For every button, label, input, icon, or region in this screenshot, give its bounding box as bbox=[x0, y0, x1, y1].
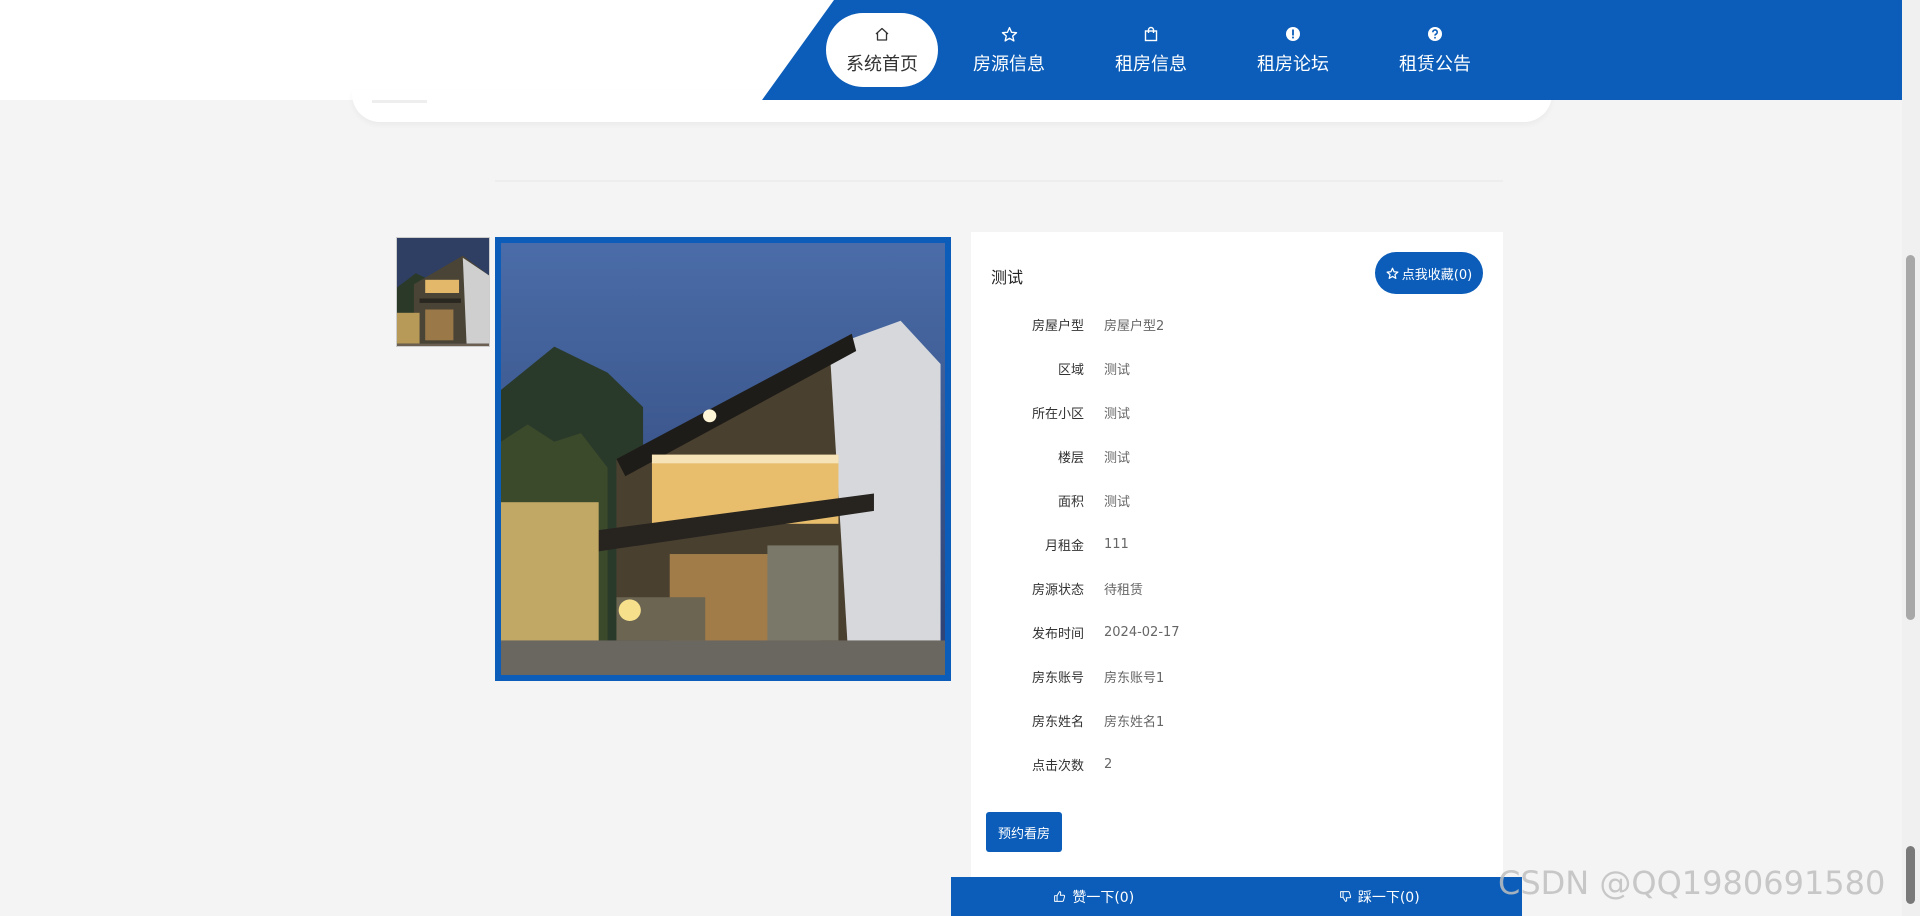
favorite-button[interactable]: 点我收藏(0) bbox=[1375, 252, 1483, 294]
nav-item-forum[interactable]: 租房论坛 bbox=[1222, 13, 1364, 87]
house-photo-thumbnail bbox=[397, 238, 489, 346]
field-label: 区域 bbox=[1057, 362, 1084, 378]
thumbs-down-icon bbox=[1339, 890, 1352, 903]
field-value: 2 bbox=[1104, 756, 1113, 772]
field-row: 房屋户型 房屋户型2 bbox=[971, 302, 1503, 346]
field-label: 所在小区 bbox=[1031, 406, 1084, 422]
field-row: 区域 测试 bbox=[971, 346, 1503, 390]
field-row: 发布时间 2024-02-17 bbox=[971, 610, 1503, 654]
field-value: 房屋户型2 bbox=[1104, 318, 1165, 334]
alert-icon bbox=[1283, 24, 1303, 44]
vote-bar: 赞一下(0) 踩一下(0) bbox=[951, 877, 1522, 916]
like-button[interactable]: 赞一下(0) bbox=[951, 877, 1237, 916]
field-label: 房源状态 bbox=[1031, 582, 1084, 598]
field-label: 房东姓名 bbox=[1031, 714, 1084, 730]
field-row: 面积 测试 bbox=[971, 478, 1503, 522]
nav-item-label: 房源信息 bbox=[973, 54, 1045, 75]
field-label: 房东账号 bbox=[1031, 670, 1084, 686]
nav-item-label: 租房论坛 bbox=[1257, 54, 1329, 75]
book-viewing-button[interactable]: 预约看房 bbox=[986, 812, 1062, 852]
star-icon bbox=[1386, 267, 1399, 280]
star-icon bbox=[999, 24, 1019, 44]
field-value: 2024-02-17 bbox=[1104, 624, 1180, 640]
field-row: 楼层 测试 bbox=[971, 434, 1503, 478]
field-row: 房东姓名 房东姓名1 bbox=[971, 698, 1503, 742]
nav-item-rentals[interactable]: 租房信息 bbox=[1080, 13, 1222, 87]
main-nav: 系统首页 房源信息 租房信息 租房论坛 租赁公告 bbox=[826, 13, 1506, 87]
field-label: 点击次数 bbox=[1031, 758, 1084, 774]
divider bbox=[495, 180, 1503, 182]
nav-item-label: 系统首页 bbox=[846, 54, 918, 75]
field-value: 测试 bbox=[1104, 406, 1131, 422]
field-label: 房屋户型 bbox=[1031, 318, 1084, 334]
main-house-photo bbox=[495, 237, 951, 681]
gallery-thumbnail[interactable] bbox=[396, 237, 490, 347]
property-fields: 房屋户型 房屋户型2 区域 测试 所在小区 测试 楼层 测试 面积 测试 月租金 111 房… bbox=[971, 302, 1503, 786]
home-icon bbox=[872, 24, 892, 44]
field-label: 月租金 bbox=[1044, 538, 1084, 554]
dislike-label: 踩一下(0) bbox=[1357, 889, 1420, 906]
nav-item-label: 租赁公告 bbox=[1399, 54, 1471, 75]
header-card-stub bbox=[372, 100, 427, 103]
field-value: 测试 bbox=[1104, 450, 1131, 466]
property-info-card: 测试 点我收藏(0) 房屋户型 房屋户型2 区域 测试 所在小区 测试 楼层 测试 面积… bbox=[971, 232, 1503, 884]
field-label: 楼层 bbox=[1057, 450, 1084, 466]
field-value: 待租赁 bbox=[1104, 582, 1144, 598]
house-photo-image bbox=[501, 243, 945, 675]
dislike-button[interactable]: 踩一下(0) bbox=[1237, 877, 1523, 916]
help-icon bbox=[1425, 24, 1445, 44]
field-row: 房东账号 房东账号1 bbox=[971, 654, 1503, 698]
field-value: 测试 bbox=[1104, 362, 1131, 378]
field-row: 月租金 111 bbox=[971, 522, 1503, 566]
field-value: 111 bbox=[1104, 536, 1129, 552]
nav-item-notices[interactable]: 租赁公告 bbox=[1364, 13, 1506, 87]
thumbs-up-icon bbox=[1053, 890, 1066, 903]
field-row: 点击次数 2 bbox=[971, 742, 1503, 786]
field-row: 房源状态 待租赁 bbox=[971, 566, 1503, 610]
field-label: 面积 bbox=[1057, 494, 1084, 510]
property-title: 测试 bbox=[991, 268, 1024, 287]
nav-item-home[interactable]: 系统首页 bbox=[826, 13, 938, 87]
watermark-text: CSDN @QQ1980691580 bbox=[1498, 864, 1886, 902]
bag-icon bbox=[1141, 24, 1161, 44]
favorite-label: 点我收藏(0) bbox=[1401, 267, 1473, 283]
nav-item-label: 租房信息 bbox=[1115, 54, 1187, 75]
scrollbar-thumb-secondary[interactable] bbox=[1906, 846, 1915, 904]
scrollbar-thumb[interactable] bbox=[1906, 255, 1915, 620]
field-value: 房东姓名1 bbox=[1104, 714, 1165, 730]
field-row: 所在小区 测试 bbox=[971, 390, 1503, 434]
like-label: 赞一下(0) bbox=[1072, 889, 1135, 906]
field-value: 房东账号1 bbox=[1104, 670, 1165, 686]
field-label: 发布时间 bbox=[1031, 626, 1084, 642]
field-value: 测试 bbox=[1104, 494, 1131, 510]
nav-item-listings[interactable]: 房源信息 bbox=[938, 13, 1080, 87]
